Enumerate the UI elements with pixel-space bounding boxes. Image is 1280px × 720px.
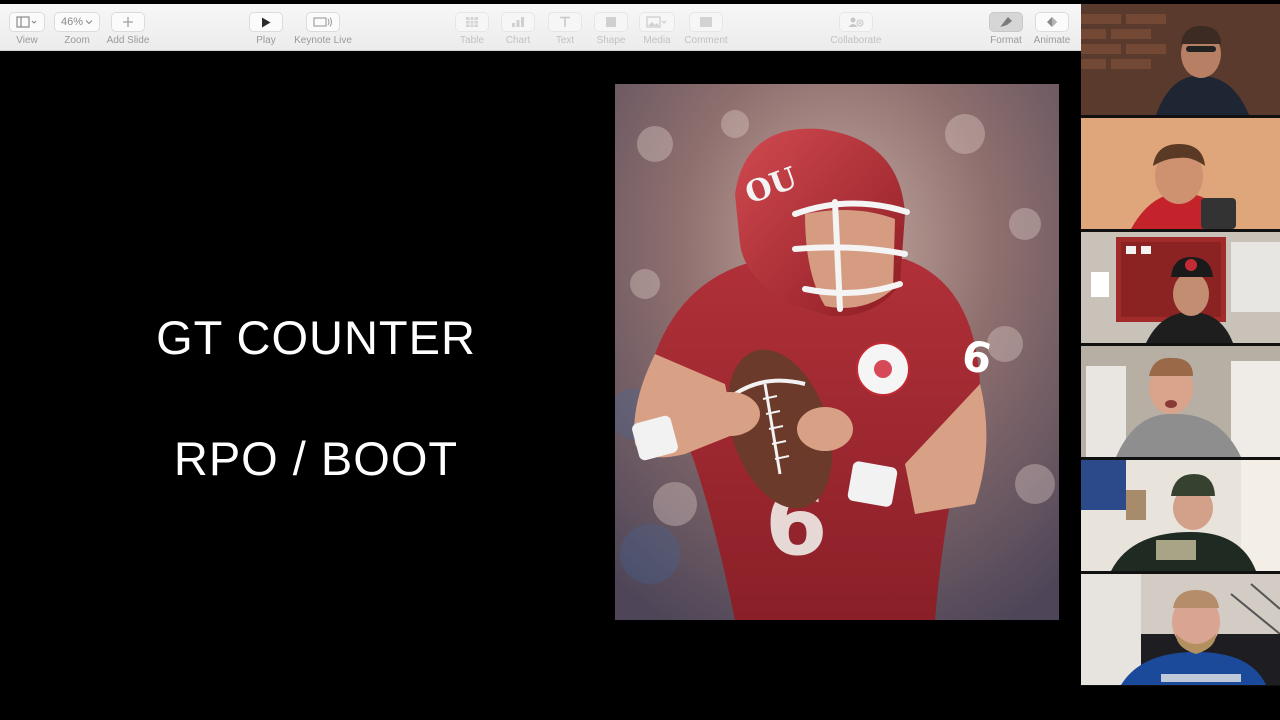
shape-icon bbox=[594, 12, 628, 32]
keynote-live-icon bbox=[306, 12, 340, 32]
play-button[interactable]: Play bbox=[238, 12, 294, 46]
media-icon bbox=[639, 12, 675, 32]
text-icon bbox=[548, 12, 582, 32]
chart-icon bbox=[501, 12, 535, 32]
add-slide-label: Add Slide bbox=[106, 35, 150, 46]
keynote-live-button[interactable]: Keynote Live bbox=[294, 12, 352, 46]
comment-label: Comment bbox=[684, 35, 728, 46]
text-label: Text bbox=[555, 35, 575, 46]
participant-video-2[interactable] bbox=[1081, 118, 1280, 229]
participant-video-3[interactable] bbox=[1081, 232, 1280, 343]
participant-video-5[interactable] bbox=[1081, 460, 1280, 571]
table-icon bbox=[455, 12, 489, 32]
play-icon bbox=[249, 12, 283, 32]
format-label: Format bbox=[990, 35, 1022, 46]
view-button[interactable]: View bbox=[0, 12, 55, 46]
collaborate-icon bbox=[839, 12, 873, 32]
participants-panel bbox=[1081, 4, 1280, 686]
animate-diamond-icon bbox=[1035, 12, 1069, 32]
shape-label: Shape bbox=[596, 35, 626, 46]
keynote-toolbar: View 46% Zoom Add Slide Play Keynote Liv… bbox=[0, 4, 1081, 51]
play-label: Play bbox=[256, 35, 276, 46]
zoom-label: Zoom bbox=[64, 35, 90, 46]
chart-label: Chart bbox=[505, 35, 531, 46]
animate-label: Animate bbox=[1033, 35, 1071, 46]
quarterback-illustration: 6 6 OU bbox=[615, 84, 1059, 620]
view-label: View bbox=[16, 35, 38, 46]
zoom-value: 46% bbox=[60, 16, 84, 28]
collaborate-button[interactable]: Collaborate bbox=[828, 12, 884, 46]
keynote-live-label: Keynote Live bbox=[294, 35, 352, 46]
participant-video-1[interactable] bbox=[1081, 4, 1280, 115]
quarterback-photo[interactable]: 6 6 OU bbox=[615, 84, 1059, 620]
zoom-control[interactable]: 46% Zoom bbox=[49, 12, 105, 46]
media-label: Media bbox=[643, 35, 671, 46]
animate-button[interactable]: Animate bbox=[1024, 12, 1080, 46]
plus-icon bbox=[111, 12, 145, 32]
slide-title-line-2[interactable]: RPO / BOOT bbox=[0, 431, 632, 486]
media-button[interactable]: Media bbox=[629, 12, 685, 46]
comment-icon bbox=[689, 12, 723, 32]
comment-button[interactable]: Comment bbox=[678, 12, 734, 46]
sidebar-view-icon bbox=[9, 12, 45, 32]
collaborate-label: Collaborate bbox=[830, 35, 882, 46]
table-label: Table bbox=[460, 35, 484, 46]
participant-video-4[interactable] bbox=[1081, 346, 1280, 457]
participant-video-6[interactable] bbox=[1081, 574, 1280, 685]
slide-canvas[interactable]: GT COUNTER RPO / BOOT 6 6 OU bbox=[0, 51, 1081, 720]
add-slide-button[interactable]: Add Slide bbox=[100, 12, 156, 46]
slide-title-line-1[interactable]: GT COUNTER bbox=[0, 310, 632, 365]
format-brush-icon bbox=[989, 12, 1023, 32]
zoom-icon: 46% bbox=[53, 12, 101, 32]
